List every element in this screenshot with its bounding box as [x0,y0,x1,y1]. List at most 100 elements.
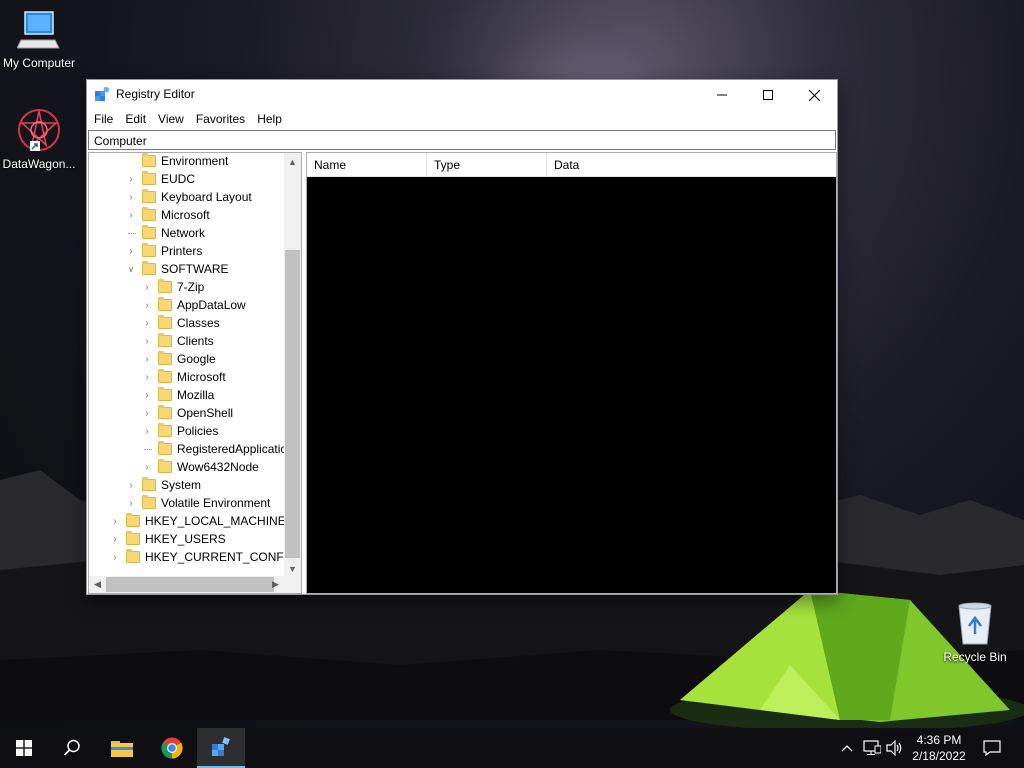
chrome-button[interactable] [148,728,196,768]
chevron-right-icon[interactable]: › [142,368,152,386]
folder-icon [142,153,156,167]
scroll-thumb[interactable] [285,250,300,558]
tree-item-label: SOFTWARE [161,262,229,276]
folder-icon [142,225,156,239]
chevron-right-icon[interactable]: › [126,206,136,224]
tree-item-policies[interactable]: › Policies [142,422,218,440]
tree-item-appdatalow[interactable]: › AppDataLow [142,296,246,314]
title-bar[interactable]: Registry Editor [87,80,837,110]
folder-icon [158,459,172,473]
folder-icon [158,279,172,293]
tree-item-classes[interactable]: › Classes [142,314,220,332]
menu-help[interactable]: Help [251,110,288,129]
tree-item-openshell[interactable]: › OpenShell [142,404,233,422]
chevron-right-icon[interactable]: › [142,404,152,422]
tree-item-wow6432node[interactable]: › Wow6432Node [142,458,259,476]
show-hidden-icons-button[interactable] [836,728,858,768]
chevron-right-icon[interactable]: › [110,548,120,566]
tree-item-clients[interactable]: › Clients [142,332,214,350]
network-button[interactable] [860,728,884,768]
registry-editor-taskbar-button[interactable] [197,728,245,768]
tree-item-volatile-environment[interactable]: › Volatile Environment [126,494,270,512]
tree-item-7zip[interactable]: › 7-Zip [142,278,204,296]
volume-button[interactable] [884,728,906,768]
network-icon [863,740,881,755]
chevron-right-icon[interactable]: › [126,242,136,260]
chevron-right-icon[interactable]: › [142,386,152,404]
chevron-down-icon[interactable]: ∨ [126,260,136,278]
chevron-right-icon[interactable]: › [126,476,136,494]
scrollbar-corner [284,576,301,593]
column-name[interactable]: Name [307,153,427,177]
column-type[interactable]: Type [427,153,547,177]
chevron-right-icon[interactable]: › [126,494,136,512]
tree-item-network[interactable]: Network [126,224,205,242]
close-button[interactable] [791,80,837,110]
folder-icon [158,351,172,365]
scroll-right-icon[interactable]: ▶ [267,576,284,593]
datawagon-shortcut-icon [18,109,60,151]
folder-icon [126,513,140,527]
tree-item-environment[interactable]: Environment [126,153,228,170]
folder-icon [142,495,156,509]
folder-icon [158,369,172,383]
chevron-up-icon [841,745,853,752]
menu-edit[interactable]: Edit [119,110,152,129]
tree-item-software[interactable]: ∨ SOFTWARE [126,260,229,278]
desktop-icon-my-computer[interactable]: My Computer [0,10,81,70]
tree-vertical-scrollbar[interactable]: ▲ ▼ [284,153,301,577]
tree-item-registeredapplications[interactable]: RegisteredApplications [142,440,300,458]
chevron-right-icon[interactable]: › [126,188,136,206]
tree-horizontal-scrollbar[interactable]: ◀ ▶ [89,576,301,593]
tree-item-software-microsoft[interactable]: › Microsoft [142,368,226,386]
start-button[interactable] [0,728,48,768]
folder-icon [142,243,156,257]
desktop-icon-label: DataWagon... [2,157,76,171]
clock[interactable]: 4:36 PM 2/18/2022 [904,732,974,764]
menu-file[interactable]: File [88,110,119,129]
action-center-button[interactable] [978,728,1006,768]
values-list[interactable]: Name Type Data [306,152,837,594]
search-button[interactable] [48,728,96,768]
scroll-thumb[interactable] [106,577,274,592]
desktop-icon-datawagon[interactable]: DataWagon... [0,107,81,171]
chevron-right-icon[interactable]: › [142,332,152,350]
tree-item-hkey-local-machine[interactable]: › HKEY_LOCAL_MACHINE [110,512,286,530]
folder-icon [158,333,172,347]
taskbar: 4:36 PM 2/18/2022 [0,728,1024,768]
chevron-right-icon[interactable]: › [142,314,152,332]
scroll-left-icon[interactable]: ◀ [89,576,106,593]
window-title: Registry Editor [116,87,195,101]
tree-item-eudc[interactable]: › EUDC [126,170,195,188]
address-bar[interactable]: Computer [88,130,836,150]
chevron-right-icon[interactable]: › [126,170,136,188]
chevron-right-icon[interactable]: › [142,278,152,296]
scroll-down-icon[interactable]: ▼ [284,560,301,577]
chevron-right-icon[interactable]: › [142,296,152,314]
chevron-right-icon[interactable]: › [142,350,152,368]
tree-item-mozilla[interactable]: › Mozilla [142,386,214,404]
chevron-right-icon[interactable]: › [110,530,120,548]
chevron-right-icon[interactable]: › [142,422,152,440]
tree-item-label: Keyboard Layout [161,190,252,204]
tree-item-microsoft[interactable]: › Microsoft [126,206,210,224]
tree-item-label: Wow6432Node [177,460,259,474]
tree-item-hkey-current-config[interactable]: › HKEY_CURRENT_CONFIG [110,548,296,566]
scroll-up-icon[interactable]: ▲ [284,153,301,170]
desktop-icon-recycle-bin[interactable]: Recycle Bin [933,600,1017,664]
folder-icon [158,387,172,401]
menu-favorites[interactable]: Favorites [190,110,251,129]
tree-item-keyboard-layout[interactable]: › Keyboard Layout [126,188,252,206]
folder-icon [142,207,156,221]
tree-item-system[interactable]: › System [126,476,201,494]
chevron-right-icon[interactable]: › [110,512,120,530]
tree-item-google[interactable]: › Google [142,350,216,368]
column-data[interactable]: Data [547,153,836,177]
minimize-button[interactable] [699,80,745,110]
chevron-right-icon[interactable]: › [142,458,152,476]
tree-item-hkey-users[interactable]: › HKEY_USERS [110,530,226,548]
maximize-button[interactable] [745,80,791,110]
menu-view[interactable]: View [152,110,190,129]
tree-item-printers[interactable]: › Printers [126,242,202,260]
file-explorer-button[interactable] [98,728,146,768]
